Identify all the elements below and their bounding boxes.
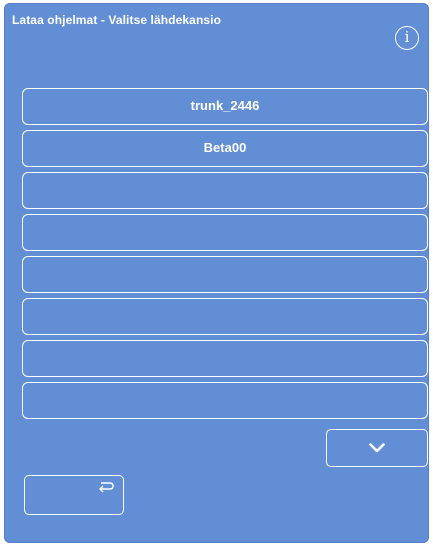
page-title: Lataa ohjelmat - Valitse lähdekansio bbox=[12, 13, 222, 27]
folder-item-empty[interactable] bbox=[22, 298, 428, 335]
folder-item-beta00[interactable]: Beta00 bbox=[22, 130, 428, 167]
folder-select-screen: Lataa ohjelmat - Valitse lähdekansio i t… bbox=[4, 3, 429, 543]
return-arrow-icon bbox=[99, 482, 114, 493]
info-button[interactable]: i bbox=[395, 26, 419, 50]
folder-item-empty[interactable] bbox=[22, 214, 428, 251]
folder-item-empty[interactable] bbox=[22, 382, 428, 419]
folder-item-trunk-2446[interactable]: trunk_2446 bbox=[22, 88, 428, 125]
back-button[interactable] bbox=[24, 475, 124, 515]
folder-item-empty[interactable] bbox=[22, 256, 428, 293]
folder-item-empty[interactable] bbox=[22, 340, 428, 377]
scroll-down-button[interactable] bbox=[326, 429, 428, 467]
folder-list: trunk_2446 Beta00 bbox=[22, 88, 428, 424]
folder-item-empty[interactable] bbox=[22, 172, 428, 209]
chevron-down-icon bbox=[369, 443, 385, 453]
folder-item-label: Beta00 bbox=[203, 140, 247, 155]
folder-item-label: trunk_2446 bbox=[190, 98, 260, 113]
info-icon: i bbox=[404, 28, 410, 46]
